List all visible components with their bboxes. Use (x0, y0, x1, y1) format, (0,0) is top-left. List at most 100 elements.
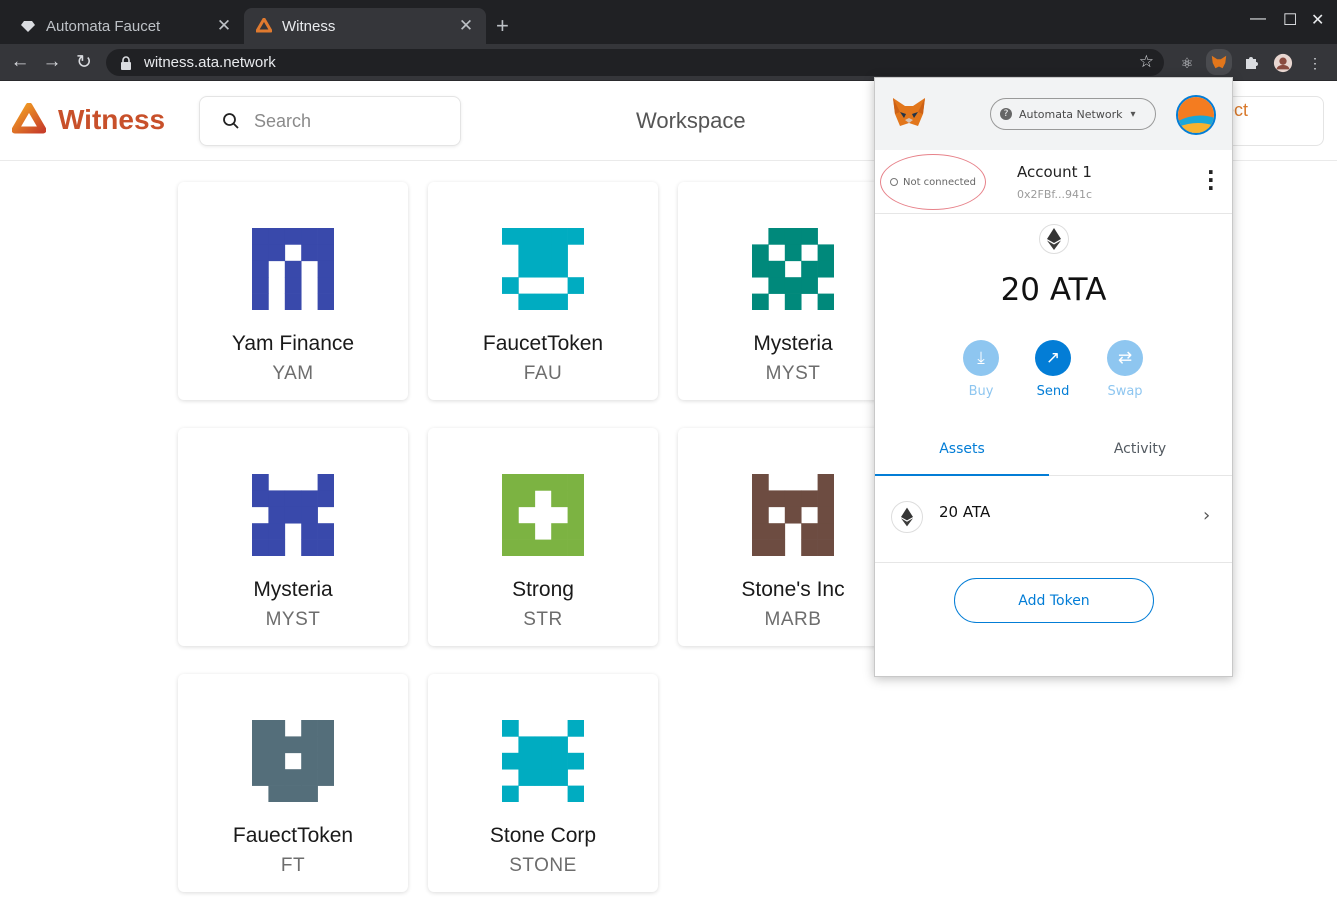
marb-token-identicon (752, 474, 834, 556)
brand[interactable]: Witness (12, 103, 165, 137)
token-card[interactable]: Yam Finance YAM (178, 182, 408, 400)
identicon-3 (252, 474, 334, 556)
ethereum-icon (1039, 224, 1069, 254)
asset-label: 20 ATA (939, 503, 991, 521)
profile-avatar-icon[interactable] (1273, 53, 1293, 73)
token-card[interactable]: FauectToken FT (178, 674, 408, 892)
diamond-icon (20, 18, 36, 34)
swap-button[interactable]: ⇄ Swap (1100, 340, 1150, 399)
add-token-button[interactable]: Add Token (954, 578, 1154, 623)
help-icon: ? (1000, 108, 1012, 120)
witness-favicon-icon (256, 18, 272, 34)
url-text: witness.ata.network (144, 54, 276, 71)
tab-witness[interactable]: Witness ✕ (244, 8, 486, 44)
network-name: Automata Network (1019, 107, 1123, 121)
token-name: Stone Corp (489, 824, 597, 847)
tab-automata-faucet[interactable]: Automata Faucet ✕ (8, 8, 244, 44)
tab-title: Witness (282, 17, 336, 35)
ft-token-identicon (252, 720, 334, 802)
network-selector[interactable]: ? Automata Network ▾ (990, 98, 1156, 130)
address-bar: ← → ↻ witness.ata.network ☆ ⚛ ⋮ (0, 44, 1337, 81)
brand-name: Witness (58, 104, 166, 135)
identicon-0 (252, 228, 334, 310)
str-token-identicon (502, 474, 584, 556)
maximize-icon[interactable]: ☐ (1283, 10, 1297, 30)
url-field[interactable]: witness.ata.network ☆ (106, 49, 1164, 76)
token-card[interactable]: Strong STR (428, 428, 658, 646)
asset-row[interactable]: 20 ATA › (875, 477, 1232, 563)
identicon-1 (502, 228, 584, 310)
stone-token-identicon (502, 720, 584, 802)
balance: 20 ATA (1000, 272, 1107, 308)
token-name: FauectToken (232, 824, 354, 847)
close-window-icon[interactable]: ✕ (1311, 10, 1324, 30)
send-button[interactable]: ↗ Send (1028, 340, 1078, 399)
token-symbol: STR (523, 609, 563, 630)
identicon-2 (752, 228, 834, 310)
identicon-6 (252, 720, 334, 802)
metamask-popup: ? Automata Network ▾ Not connected Accou… (874, 77, 1233, 677)
metamask-fox-icon (893, 98, 925, 126)
myst-token-identicon (252, 474, 334, 556)
token-name: Mysteria (253, 578, 333, 601)
download-icon: ⤓ (963, 340, 999, 376)
token-symbol: FT (280, 855, 306, 876)
arrow-up-right-icon: ↗ (1035, 340, 1071, 376)
react-devtools-icon[interactable]: ⚛ (1177, 53, 1197, 73)
account-row: Not connected Account 1 0x2FBf...941c · ·… (875, 150, 1232, 214)
search-box[interactable] (199, 96, 461, 146)
chevron-down-icon: ▾ (1130, 108, 1136, 120)
token-card[interactable]: FaucetToken FAU (428, 182, 658, 400)
account-address[interactable]: 0x2FBf...941c (1017, 188, 1092, 201)
swap-icon: ⇄ (1107, 340, 1143, 376)
identicon-7 (502, 720, 584, 802)
tab-activity[interactable]: Activity (1053, 428, 1227, 476)
bookmark-star-icon[interactable]: ☆ (1139, 52, 1154, 72)
send-label: Send (1036, 384, 1070, 399)
swap-label: Swap (1107, 384, 1143, 399)
browser-menu-icon[interactable]: ⋮ (1305, 53, 1325, 73)
reload-icon[interactable]: ↻ (72, 51, 96, 74)
wallet-tabs: Assets Activity (875, 428, 1232, 476)
ethereum-icon (891, 501, 923, 533)
account-name[interactable]: Account 1 (1017, 163, 1092, 181)
myst-token-identicon (752, 228, 834, 310)
buy-label: Buy (968, 384, 994, 399)
tab-title: Automata Faucet (46, 17, 161, 35)
metamask-extension-icon[interactable] (1206, 49, 1232, 75)
token-symbol: FAU (523, 363, 563, 384)
yam-token-identicon (252, 228, 334, 310)
back-icon[interactable]: ← (8, 51, 32, 73)
workspace-title: Workspace (636, 108, 746, 133)
account-avatar[interactable] (1176, 95, 1216, 135)
minimize-icon[interactable]: — (1250, 10, 1266, 28)
account-options-icon[interactable]: · · · (1207, 162, 1215, 198)
search-icon (223, 113, 239, 129)
metamask-header: ? Automata Network ▾ (875, 78, 1232, 150)
search-input[interactable] (254, 110, 434, 132)
token-symbol: STONE (509, 855, 577, 876)
identicon-4 (502, 474, 584, 556)
connection-status-text: Not connected (902, 176, 977, 188)
token-name: Strong (512, 578, 574, 601)
status-dot-icon (889, 178, 898, 186)
buy-button[interactable]: ⤓ Buy (956, 340, 1006, 399)
browser-tab-bar: Automata Faucet ✕ Witness ✕ + — ☐ ✕ (0, 0, 1337, 44)
lock-icon (121, 55, 131, 70)
forward-icon[interactable]: → (40, 51, 64, 73)
token-symbol: YAM (272, 363, 314, 384)
token-card[interactable]: Stone Corp STONE (428, 674, 658, 892)
tab-assets[interactable]: Assets (875, 428, 1049, 476)
token-name: FaucetToken (482, 332, 604, 355)
witness-logo-icon (12, 103, 46, 134)
close-tab-icon[interactable]: ✕ (216, 16, 232, 36)
close-tab-icon[interactable]: ✕ (458, 16, 474, 36)
extensions-puzzle-icon[interactable] (1241, 53, 1261, 73)
fau-token-identicon (502, 228, 584, 310)
connection-status[interactable]: Not connected (880, 154, 986, 210)
new-tab-icon[interactable]: + (496, 13, 509, 39)
token-card[interactable]: Mysteria MYST (178, 428, 408, 646)
token-symbol: MYST (265, 609, 321, 630)
chevron-right-icon: › (1203, 505, 1211, 526)
token-name: Yam Finance (231, 332, 355, 355)
